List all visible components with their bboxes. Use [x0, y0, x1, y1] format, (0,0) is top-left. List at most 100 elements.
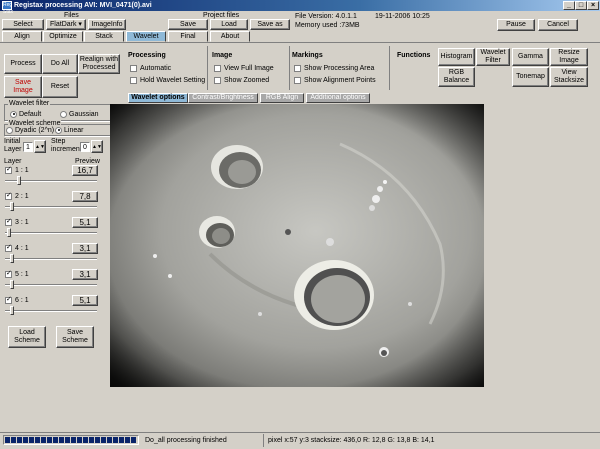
cancel-button[interactable]: Cancel — [538, 19, 578, 31]
layer-checkbox[interactable]: 4 : 1 — [5, 243, 29, 253]
realign-button[interactable]: Realign with Processed — [78, 54, 120, 74]
show-alignment-points-box[interactable] — [294, 76, 301, 84]
layer-label: 2 : 1 — [15, 193, 29, 200]
dyadic-radio-dot[interactable] — [6, 126, 13, 134]
layer-preview-button[interactable]: 3,1 — [72, 269, 98, 280]
progress-segment — [101, 437, 106, 443]
do-all-button[interactable]: Do All — [42, 54, 78, 74]
layer-checkbox[interactable]: 6 : 1 — [5, 295, 29, 305]
default-radio[interactable]: Default — [10, 110, 41, 119]
hold-wavelet-box[interactable] — [130, 76, 137, 84]
layer-check-box[interactable] — [5, 295, 12, 304]
gaussian-label: Gaussian — [69, 111, 99, 118]
view-stacksize-button[interactable]: View Stacksize — [550, 67, 588, 87]
layer-check-box[interactable] — [5, 191, 12, 200]
status-message: Do_all processing finished — [145, 437, 227, 444]
progress-segment — [65, 437, 70, 443]
wavelet-filter-button[interactable]: Wavelet Filter — [476, 48, 510, 66]
default-radio-dot[interactable] — [10, 110, 17, 118]
layer-slider-track[interactable] — [5, 258, 97, 260]
layer-slider-track[interactable] — [5, 310, 97, 312]
subtab-contrast-brightness[interactable]: Contrast/Brightness — [188, 93, 258, 103]
layer-slider-handle[interactable] — [17, 176, 21, 185]
load-scheme-button[interactable]: Load Scheme — [8, 326, 46, 348]
flatdark-button[interactable]: FlatDark ▾ — [46, 19, 86, 30]
layer-slider-track[interactable] — [5, 284, 97, 286]
gamma-button[interactable]: Gamma — [512, 48, 549, 66]
layer-preview-button[interactable]: 5,1 — [72, 295, 98, 306]
layer-preview-button[interactable]: 5,1 — [72, 217, 98, 228]
automatic-box[interactable] — [130, 64, 137, 72]
tab-align[interactable]: Align — [2, 31, 42, 42]
layer-check-box[interactable] — [5, 165, 12, 174]
save-scheme-button[interactable]: Save Scheme — [56, 326, 94, 348]
initial-layer-spin-icon[interactable]: ▲▼ — [34, 140, 46, 153]
save-button[interactable]: Save — [168, 19, 208, 30]
tonemap-button[interactable]: Tonemap — [512, 67, 549, 87]
layer-check-box[interactable] — [5, 269, 12, 278]
hold-wavelet-checkbox[interactable]: Hold Wavelet Setting — [130, 76, 205, 85]
load-button[interactable]: Load — [210, 19, 248, 30]
tab-optimize[interactable]: Optimize — [43, 31, 83, 42]
layer-preview-button[interactable]: 3,1 — [72, 243, 98, 254]
histogram-button[interactable]: Histogram — [438, 48, 475, 66]
tab-final[interactable]: Final — [168, 31, 208, 42]
layer-preview-button[interactable]: 16,7 — [72, 165, 98, 176]
minimize-icon[interactable]: _ — [563, 1, 575, 10]
close-icon[interactable]: × — [587, 1, 599, 10]
view-full-box[interactable] — [214, 64, 221, 72]
show-processing-area-box[interactable] — [294, 64, 301, 72]
view-full-checkbox[interactable]: View Full Image — [214, 64, 274, 73]
automatic-checkbox[interactable]: Automatic — [130, 64, 171, 73]
gaussian-radio[interactable]: Gaussian — [60, 110, 99, 119]
image-title: Image — [212, 52, 233, 59]
initial-layer-field[interactable]: 1 — [23, 142, 33, 152]
image-view[interactable] — [110, 104, 484, 387]
gaussian-radio-dot[interactable] — [60, 110, 67, 118]
linear-radio[interactable]: Linear — [55, 126, 83, 135]
save-as-button[interactable]: Save as — [250, 19, 290, 30]
step-increment-spin-icon[interactable]: ▲▼ — [91, 140, 103, 153]
layer-slider-handle[interactable] — [10, 202, 14, 211]
layer-slider-track[interactable] — [5, 232, 97, 234]
subtab-additional-options[interactable]: Additional options — [306, 93, 370, 103]
imageinfo-button[interactable]: ImageInfo — [88, 19, 126, 30]
layer-check-box[interactable] — [5, 217, 12, 226]
progress-segment — [125, 437, 130, 443]
layer-slider-handle[interactable] — [10, 280, 14, 289]
tab-stack[interactable]: Stack — [84, 31, 124, 42]
layer-slider-handle[interactable] — [10, 306, 14, 315]
tab-about[interactable]: About — [210, 31, 250, 42]
linear-radio-dot[interactable] — [55, 126, 62, 134]
show-processing-area-checkbox[interactable]: Show Processing Area — [294, 64, 374, 73]
layer-preview-button[interactable]: 7,8 — [72, 191, 98, 202]
layer-slider-handle[interactable] — [10, 254, 14, 263]
progress-bar — [3, 435, 139, 445]
layer-checkbox[interactable]: 1 : 1 — [5, 165, 29, 175]
select-button[interactable]: Select — [2, 19, 44, 30]
status-divider — [263, 434, 264, 447]
rgb-balance-button[interactable]: RGB Balance — [438, 67, 475, 87]
subtab-wavelet-options[interactable]: Wavelet options — [128, 93, 188, 103]
pause-button[interactable]: Pause — [497, 19, 535, 31]
process-button[interactable]: Process — [4, 54, 42, 74]
layer-slider-track[interactable] — [5, 206, 97, 208]
dyadic-label: Dyadic (2^n) — [15, 127, 55, 134]
layer-check-box[interactable] — [5, 243, 12, 252]
subtab-rgb-align[interactable]: RGB Align — [260, 93, 304, 103]
maximize-icon[interactable]: □ — [575, 1, 587, 10]
resize-image-button[interactable]: Resize Image — [550, 48, 588, 66]
reset-button[interactable]: Reset — [42, 76, 78, 98]
show-zoomed-checkbox[interactable]: Show Zoomed — [214, 76, 269, 85]
layer-slider-handle[interactable] — [7, 228, 11, 237]
layer-checkbox[interactable]: 2 : 1 — [5, 191, 29, 201]
step-increment-field[interactable]: 0 — [80, 142, 90, 152]
layer-checkbox[interactable]: 5 : 1 — [5, 269, 29, 279]
show-zoomed-box[interactable] — [214, 76, 221, 84]
show-alignment-points-checkbox[interactable]: Show Alignment Points — [294, 76, 376, 85]
save-image-button[interactable]: Save Image — [4, 76, 42, 98]
tab-wavelet[interactable]: Wavelet — [126, 31, 166, 42]
progress-segment — [59, 437, 64, 443]
layer-checkbox[interactable]: 3 : 1 — [5, 217, 29, 227]
dyadic-radio[interactable]: Dyadic (2^n) — [6, 126, 54, 135]
